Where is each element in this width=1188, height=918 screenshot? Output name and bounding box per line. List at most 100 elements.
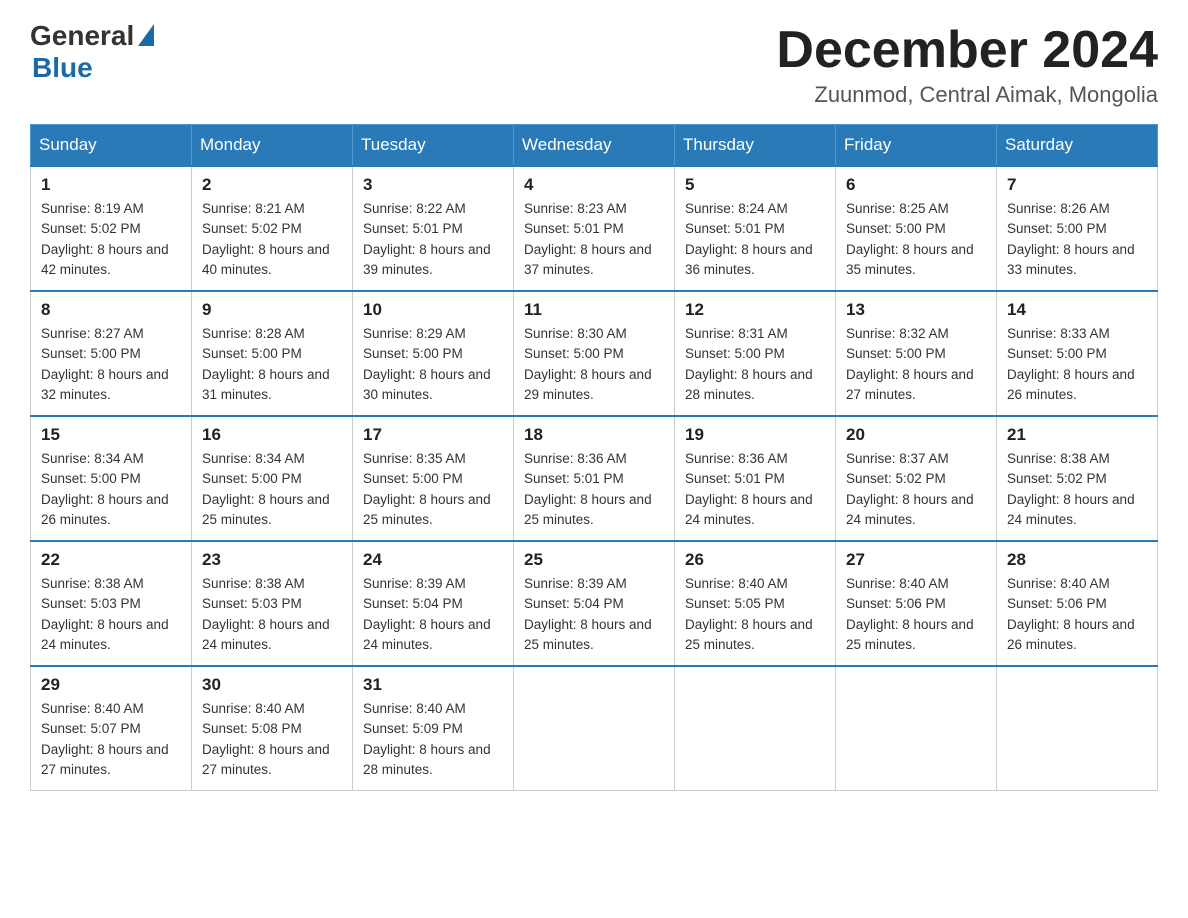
table-row: 25 Sunrise: 8:39 AM Sunset: 5:04 PM Dayl… (514, 541, 675, 666)
table-row: 9 Sunrise: 8:28 AM Sunset: 5:00 PM Dayli… (192, 291, 353, 416)
header-friday: Friday (836, 125, 997, 167)
day-number: 2 (202, 175, 342, 195)
day-info: Sunrise: 8:38 AM Sunset: 5:03 PM Dayligh… (41, 574, 181, 655)
day-info: Sunrise: 8:28 AM Sunset: 5:00 PM Dayligh… (202, 324, 342, 405)
table-row (514, 666, 675, 791)
day-number: 22 (41, 550, 181, 570)
table-row: 23 Sunrise: 8:38 AM Sunset: 5:03 PM Dayl… (192, 541, 353, 666)
day-info: Sunrise: 8:40 AM Sunset: 5:05 PM Dayligh… (685, 574, 825, 655)
calendar-week-3: 15 Sunrise: 8:34 AM Sunset: 5:00 PM Dayl… (31, 416, 1158, 541)
table-row: 18 Sunrise: 8:36 AM Sunset: 5:01 PM Dayl… (514, 416, 675, 541)
day-info: Sunrise: 8:40 AM Sunset: 5:06 PM Dayligh… (846, 574, 986, 655)
table-row (675, 666, 836, 791)
table-row: 17 Sunrise: 8:35 AM Sunset: 5:00 PM Dayl… (353, 416, 514, 541)
day-number: 8 (41, 300, 181, 320)
table-row (997, 666, 1158, 791)
day-info: Sunrise: 8:36 AM Sunset: 5:01 PM Dayligh… (685, 449, 825, 530)
table-row: 5 Sunrise: 8:24 AM Sunset: 5:01 PM Dayli… (675, 166, 836, 291)
day-number: 31 (363, 675, 503, 695)
logo-triangle-icon (138, 24, 154, 46)
table-row: 15 Sunrise: 8:34 AM Sunset: 5:00 PM Dayl… (31, 416, 192, 541)
day-number: 6 (846, 175, 986, 195)
day-info: Sunrise: 8:38 AM Sunset: 5:02 PM Dayligh… (1007, 449, 1147, 530)
calendar-header-row: Sunday Monday Tuesday Wednesday Thursday… (31, 125, 1158, 167)
table-row: 26 Sunrise: 8:40 AM Sunset: 5:05 PM Dayl… (675, 541, 836, 666)
day-info: Sunrise: 8:23 AM Sunset: 5:01 PM Dayligh… (524, 199, 664, 280)
day-number: 12 (685, 300, 825, 320)
day-info: Sunrise: 8:37 AM Sunset: 5:02 PM Dayligh… (846, 449, 986, 530)
table-row: 28 Sunrise: 8:40 AM Sunset: 5:06 PM Dayl… (997, 541, 1158, 666)
day-number: 15 (41, 425, 181, 445)
table-row: 30 Sunrise: 8:40 AM Sunset: 5:08 PM Dayl… (192, 666, 353, 791)
calendar-table: Sunday Monday Tuesday Wednesday Thursday… (30, 124, 1158, 791)
calendar-week-1: 1 Sunrise: 8:19 AM Sunset: 5:02 PM Dayli… (31, 166, 1158, 291)
day-number: 28 (1007, 550, 1147, 570)
table-row: 2 Sunrise: 8:21 AM Sunset: 5:02 PM Dayli… (192, 166, 353, 291)
day-number: 11 (524, 300, 664, 320)
day-info: Sunrise: 8:21 AM Sunset: 5:02 PM Dayligh… (202, 199, 342, 280)
day-number: 13 (846, 300, 986, 320)
logo-blue-text: Blue (32, 52, 93, 84)
table-row: 6 Sunrise: 8:25 AM Sunset: 5:00 PM Dayli… (836, 166, 997, 291)
day-number: 24 (363, 550, 503, 570)
day-info: Sunrise: 8:39 AM Sunset: 5:04 PM Dayligh… (524, 574, 664, 655)
table-row: 20 Sunrise: 8:37 AM Sunset: 5:02 PM Dayl… (836, 416, 997, 541)
day-info: Sunrise: 8:40 AM Sunset: 5:09 PM Dayligh… (363, 699, 503, 780)
day-number: 16 (202, 425, 342, 445)
table-row: 8 Sunrise: 8:27 AM Sunset: 5:00 PM Dayli… (31, 291, 192, 416)
calendar-week-4: 22 Sunrise: 8:38 AM Sunset: 5:03 PM Dayl… (31, 541, 1158, 666)
day-info: Sunrise: 8:24 AM Sunset: 5:01 PM Dayligh… (685, 199, 825, 280)
table-row: 27 Sunrise: 8:40 AM Sunset: 5:06 PM Dayl… (836, 541, 997, 666)
day-number: 7 (1007, 175, 1147, 195)
day-info: Sunrise: 8:30 AM Sunset: 5:00 PM Dayligh… (524, 324, 664, 405)
table-row (836, 666, 997, 791)
day-info: Sunrise: 8:22 AM Sunset: 5:01 PM Dayligh… (363, 199, 503, 280)
day-number: 5 (685, 175, 825, 195)
day-number: 30 (202, 675, 342, 695)
day-info: Sunrise: 8:34 AM Sunset: 5:00 PM Dayligh… (41, 449, 181, 530)
day-number: 10 (363, 300, 503, 320)
day-number: 23 (202, 550, 342, 570)
table-row: 4 Sunrise: 8:23 AM Sunset: 5:01 PM Dayli… (514, 166, 675, 291)
page-header: General Blue December 2024 Zuunmod, Cent… (30, 20, 1158, 108)
table-row: 1 Sunrise: 8:19 AM Sunset: 5:02 PM Dayli… (31, 166, 192, 291)
day-info: Sunrise: 8:38 AM Sunset: 5:03 PM Dayligh… (202, 574, 342, 655)
header-wednesday: Wednesday (514, 125, 675, 167)
day-info: Sunrise: 8:36 AM Sunset: 5:01 PM Dayligh… (524, 449, 664, 530)
calendar-week-2: 8 Sunrise: 8:27 AM Sunset: 5:00 PM Dayli… (31, 291, 1158, 416)
day-info: Sunrise: 8:26 AM Sunset: 5:00 PM Dayligh… (1007, 199, 1147, 280)
day-number: 25 (524, 550, 664, 570)
day-info: Sunrise: 8:33 AM Sunset: 5:00 PM Dayligh… (1007, 324, 1147, 405)
header-tuesday: Tuesday (353, 125, 514, 167)
day-info: Sunrise: 8:25 AM Sunset: 5:00 PM Dayligh… (846, 199, 986, 280)
day-info: Sunrise: 8:40 AM Sunset: 5:07 PM Dayligh… (41, 699, 181, 780)
day-info: Sunrise: 8:31 AM Sunset: 5:00 PM Dayligh… (685, 324, 825, 405)
day-number: 17 (363, 425, 503, 445)
header-saturday: Saturday (997, 125, 1158, 167)
day-info: Sunrise: 8:34 AM Sunset: 5:00 PM Dayligh… (202, 449, 342, 530)
location-subtitle: Zuunmod, Central Aimak, Mongolia (776, 82, 1158, 108)
table-row: 14 Sunrise: 8:33 AM Sunset: 5:00 PM Dayl… (997, 291, 1158, 416)
day-info: Sunrise: 8:29 AM Sunset: 5:00 PM Dayligh… (363, 324, 503, 405)
day-info: Sunrise: 8:19 AM Sunset: 5:02 PM Dayligh… (41, 199, 181, 280)
day-number: 19 (685, 425, 825, 445)
day-info: Sunrise: 8:27 AM Sunset: 5:00 PM Dayligh… (41, 324, 181, 405)
table-row: 12 Sunrise: 8:31 AM Sunset: 5:00 PM Dayl… (675, 291, 836, 416)
day-number: 21 (1007, 425, 1147, 445)
table-row: 7 Sunrise: 8:26 AM Sunset: 5:00 PM Dayli… (997, 166, 1158, 291)
table-row: 21 Sunrise: 8:38 AM Sunset: 5:02 PM Dayl… (997, 416, 1158, 541)
table-row: 31 Sunrise: 8:40 AM Sunset: 5:09 PM Dayl… (353, 666, 514, 791)
table-row: 11 Sunrise: 8:30 AM Sunset: 5:00 PM Dayl… (514, 291, 675, 416)
day-number: 27 (846, 550, 986, 570)
day-number: 18 (524, 425, 664, 445)
day-info: Sunrise: 8:40 AM Sunset: 5:06 PM Dayligh… (1007, 574, 1147, 655)
table-row: 22 Sunrise: 8:38 AM Sunset: 5:03 PM Dayl… (31, 541, 192, 666)
day-info: Sunrise: 8:35 AM Sunset: 5:00 PM Dayligh… (363, 449, 503, 530)
day-number: 1 (41, 175, 181, 195)
day-info: Sunrise: 8:40 AM Sunset: 5:08 PM Dayligh… (202, 699, 342, 780)
day-number: 20 (846, 425, 986, 445)
day-number: 3 (363, 175, 503, 195)
logo-general-text: General (30, 20, 134, 52)
table-row: 24 Sunrise: 8:39 AM Sunset: 5:04 PM Dayl… (353, 541, 514, 666)
table-row: 19 Sunrise: 8:36 AM Sunset: 5:01 PM Dayl… (675, 416, 836, 541)
